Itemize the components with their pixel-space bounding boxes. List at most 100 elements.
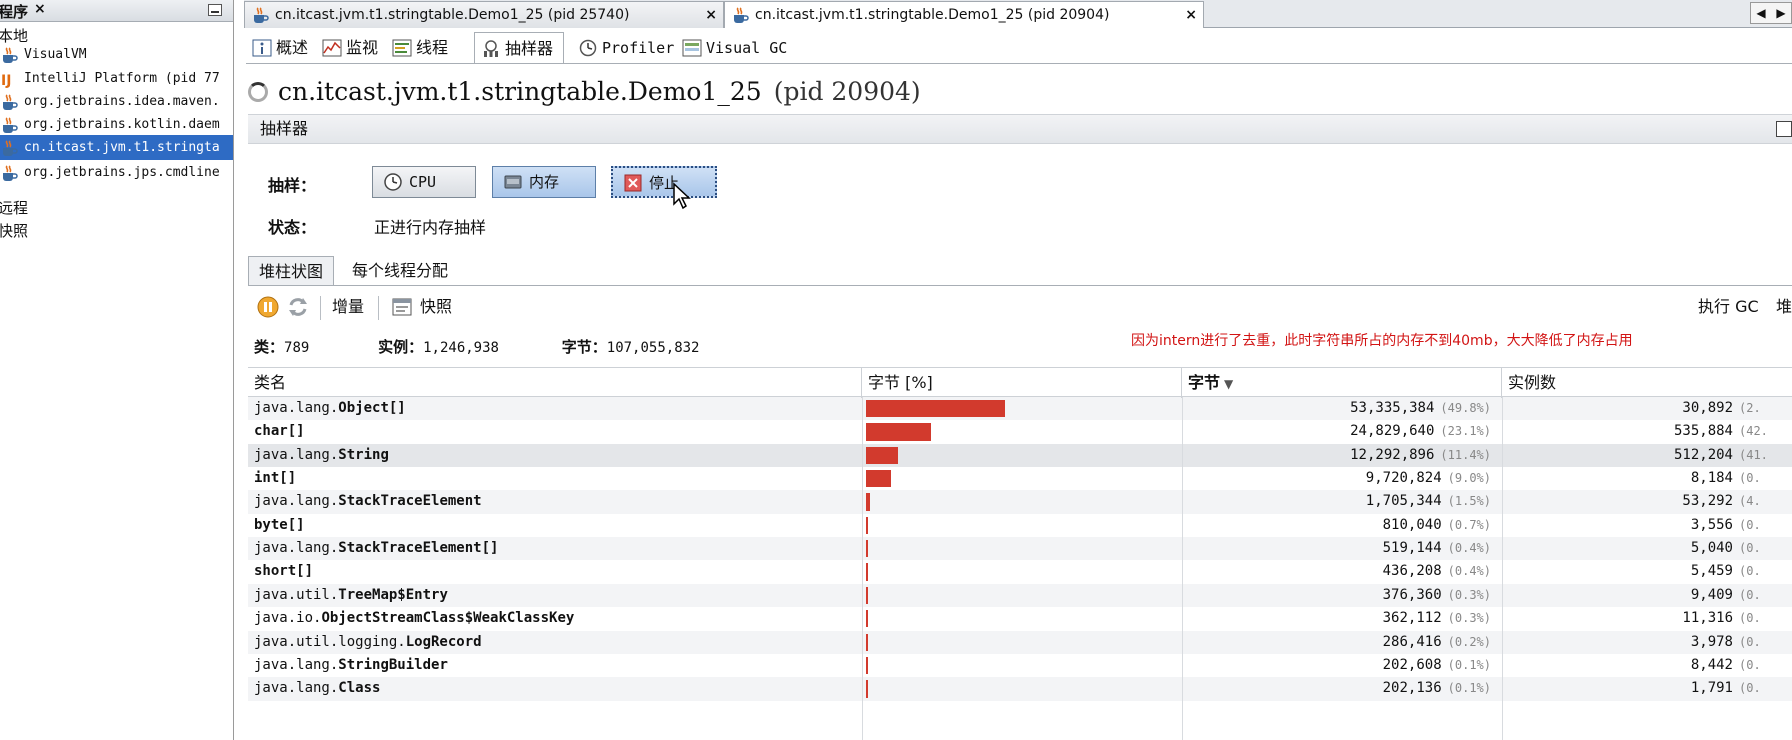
tab-profiler[interactable]: Profiler bbox=[572, 32, 674, 64]
class-package: java.lang. bbox=[254, 656, 339, 673]
column-header-bytes-pct[interactable]: 字节 [%] bbox=[862, 368, 1182, 398]
tab-heap-histogram[interactable]: 堆柱状图 bbox=[248, 256, 335, 286]
class-simple-name: short[] bbox=[254, 563, 314, 580]
table-row[interactable]: java.lang.Class 202,136 (0.1%) 1,791 (0. bbox=[248, 677, 1792, 701]
bytes-cell: 12,292,896 (11.4%) bbox=[1183, 444, 1491, 467]
table-row[interactable]: short[] 436,208 (0.4%) 5,459 (0. bbox=[248, 560, 1792, 583]
column-divider bbox=[1182, 367, 1183, 740]
perform-gc-button[interactable]: 执行 GC bbox=[1698, 294, 1759, 320]
close-icon[interactable]: × bbox=[705, 2, 717, 28]
stop-button[interactable]: 停止 bbox=[611, 166, 717, 198]
doc-tab-pid-25740[interactable]: cn.itcast.jvm.t1.stringtable.Demo1_25 (p… bbox=[244, 1, 724, 28]
bytes-cell: 24,829,640 (23.1%) bbox=[1183, 420, 1491, 443]
bytes-percent-cell bbox=[866, 397, 1166, 420]
chevron-right-icon[interactable]: ▶ bbox=[1771, 3, 1791, 23]
bytes-percent-bar bbox=[866, 400, 1006, 418]
tree-node-selected-app[interactable]: cn.itcast.jvm.t1.stringta bbox=[0, 135, 233, 160]
memory-chip-icon bbox=[504, 175, 522, 189]
bytes-label: 字节： bbox=[561, 338, 607, 356]
bytes-percent-cell bbox=[866, 654, 1166, 677]
memory-button[interactable]: 内存 bbox=[492, 166, 596, 198]
tree-group-node[interactable]: 快照 bbox=[0, 219, 28, 244]
bytes-value: 24,829,640 bbox=[1350, 423, 1435, 440]
tab-per-thread-allocation[interactable]: 每个线程分配 bbox=[342, 256, 458, 286]
tab-monitor[interactable]: 监视 bbox=[316, 32, 386, 64]
instances-value: 5,459 bbox=[1690, 563, 1733, 580]
class-name-cell: char[] bbox=[254, 420, 854, 443]
bytes-percent-bar bbox=[866, 516, 868, 535]
toolbar-separator bbox=[320, 296, 321, 320]
close-icon[interactable]: × bbox=[34, 1, 46, 17]
bytes-percent-bar bbox=[866, 563, 868, 581]
doc-tab-pid-20904[interactable]: cn.itcast.jvm.t1.stringtable.Demo1_25 (p… bbox=[724, 1, 1204, 28]
minimize-icon[interactable] bbox=[208, 4, 222, 16]
class-simple-name: StackTraceElement bbox=[338, 493, 482, 510]
class-package: java.lang. bbox=[254, 680, 339, 697]
table-row[interactable]: java.util.TreeMap$Entry 376,360 (0.3%) 9,40… bbox=[248, 583, 1792, 608]
bytes-percent: (0.1%) bbox=[1447, 657, 1491, 672]
instances-percent: (2. bbox=[1739, 401, 1761, 415]
column-header-class-name[interactable]: 类名 bbox=[248, 368, 862, 398]
instances-percent: (0. bbox=[1739, 587, 1761, 602]
instances-percent: (42. bbox=[1739, 424, 1768, 439]
bytes-cell: 286,416 (0.2%) bbox=[1183, 631, 1491, 654]
column-header-instances[interactable]: 实例数 bbox=[1502, 368, 1792, 398]
divider bbox=[248, 285, 1792, 286]
tab-sampler[interactable]: 抽样器 bbox=[474, 32, 564, 64]
table-row[interactable]: java.lang.Object[] 53,335,384 (49.8%) 30,89… bbox=[248, 397, 1792, 421]
bytes-percent-cell bbox=[866, 444, 1166, 467]
snapshot-button[interactable]: 快照 bbox=[420, 294, 452, 320]
bytes-percent-cell bbox=[866, 420, 1166, 443]
tab-overview[interactable]: 概述 bbox=[246, 32, 316, 64]
bytes-cell: 519,144 (0.4%) bbox=[1183, 537, 1491, 560]
table-row[interactable]: java.lang.StringBuilder 202,608 (0.1%) 8,44… bbox=[248, 654, 1792, 677]
table-row[interactable]: java.util.logging.LogRecord 286,416 (0.2%)… bbox=[248, 630, 1792, 654]
tree-group-node[interactable]: 远程 bbox=[0, 196, 28, 221]
table-row[interactable]: java.lang.StackTraceElement 1,705,344 (1.5… bbox=[248, 490, 1792, 514]
close-icon[interactable]: × bbox=[1185, 2, 1197, 28]
tab-label: 线程 bbox=[416, 38, 449, 57]
class-simple-name: byte[] bbox=[254, 516, 305, 533]
table-row[interactable]: java.lang.StackTraceElement[] 519,144 (0.4… bbox=[248, 537, 1792, 561]
bytes-percent: (1.5%) bbox=[1447, 494, 1491, 509]
heap-dump-button[interactable]: 堆 bbox=[1776, 294, 1792, 320]
tab-visual-gc[interactable]: Visual GC bbox=[676, 32, 787, 64]
class-package: java.util.logging. bbox=[254, 633, 406, 650]
settings-checkbox[interactable] bbox=[1776, 121, 1792, 137]
intellij-icon: IJ bbox=[0, 70, 18, 89]
table-row[interactable]: int[] 9,720,824 (9.0%) 8,184 (0. bbox=[248, 467, 1792, 490]
instances-percent: (0. bbox=[1739, 541, 1761, 556]
instances-value: 11,316 bbox=[1682, 610, 1733, 627]
snapshot-icon[interactable] bbox=[392, 298, 412, 316]
loading-spinner-icon bbox=[248, 82, 268, 102]
instances-value: 30,892 bbox=[1682, 400, 1733, 416]
instances-cell: 8,184 (0. bbox=[1503, 467, 1792, 490]
column-header-bytes[interactable]: 字节 ▼ bbox=[1182, 368, 1502, 398]
cpu-button[interactable]: CPU bbox=[372, 166, 476, 198]
instances-cell: 8,442 (0. bbox=[1503, 654, 1792, 677]
bytes-cell: 436,208 (0.4%) bbox=[1183, 560, 1491, 583]
column-header-label: 实例数 bbox=[1508, 373, 1557, 392]
tab-threads[interactable]: 线程 bbox=[386, 32, 458, 64]
class-simple-name: int[] bbox=[254, 470, 297, 487]
bytes-percent-cell bbox=[866, 631, 1166, 654]
tree-node-label: org.jetbrains.kotlin.daem bbox=[24, 117, 220, 132]
class-simple-name: char[] bbox=[254, 423, 305, 440]
chevron-left-icon[interactable]: ◀ bbox=[1751, 3, 1771, 23]
table-row[interactable]: char[] 24,829,640 (23.1%) 535,884 (42. bbox=[248, 420, 1792, 443]
cpu-button-label: CPU bbox=[409, 173, 437, 191]
instances-value: 8,442 bbox=[1690, 656, 1733, 673]
stop-icon bbox=[624, 174, 642, 192]
java-cup-icon bbox=[0, 116, 18, 134]
toolbar-separator bbox=[378, 296, 379, 320]
pause-icon[interactable] bbox=[257, 296, 279, 318]
refresh-icon[interactable] bbox=[286, 296, 310, 318]
java-cup-icon bbox=[0, 93, 18, 111]
tab-label: 抽样器 bbox=[505, 39, 554, 58]
delta-button[interactable]: 增量 bbox=[332, 294, 364, 320]
instances-cell: 30,892 (2. bbox=[1503, 397, 1792, 420]
column-header-label: 字节 bbox=[1188, 373, 1221, 392]
table-row[interactable]: java.lang.String 12,292,896 (11.4%) 512,204… bbox=[248, 443, 1792, 468]
table-row[interactable]: byte[] 810,040 (0.7%) 3,556 (0. bbox=[248, 514, 1792, 537]
table-row[interactable]: java.io.ObjectStreamClass$WeakClassKey 36… bbox=[248, 607, 1792, 630]
